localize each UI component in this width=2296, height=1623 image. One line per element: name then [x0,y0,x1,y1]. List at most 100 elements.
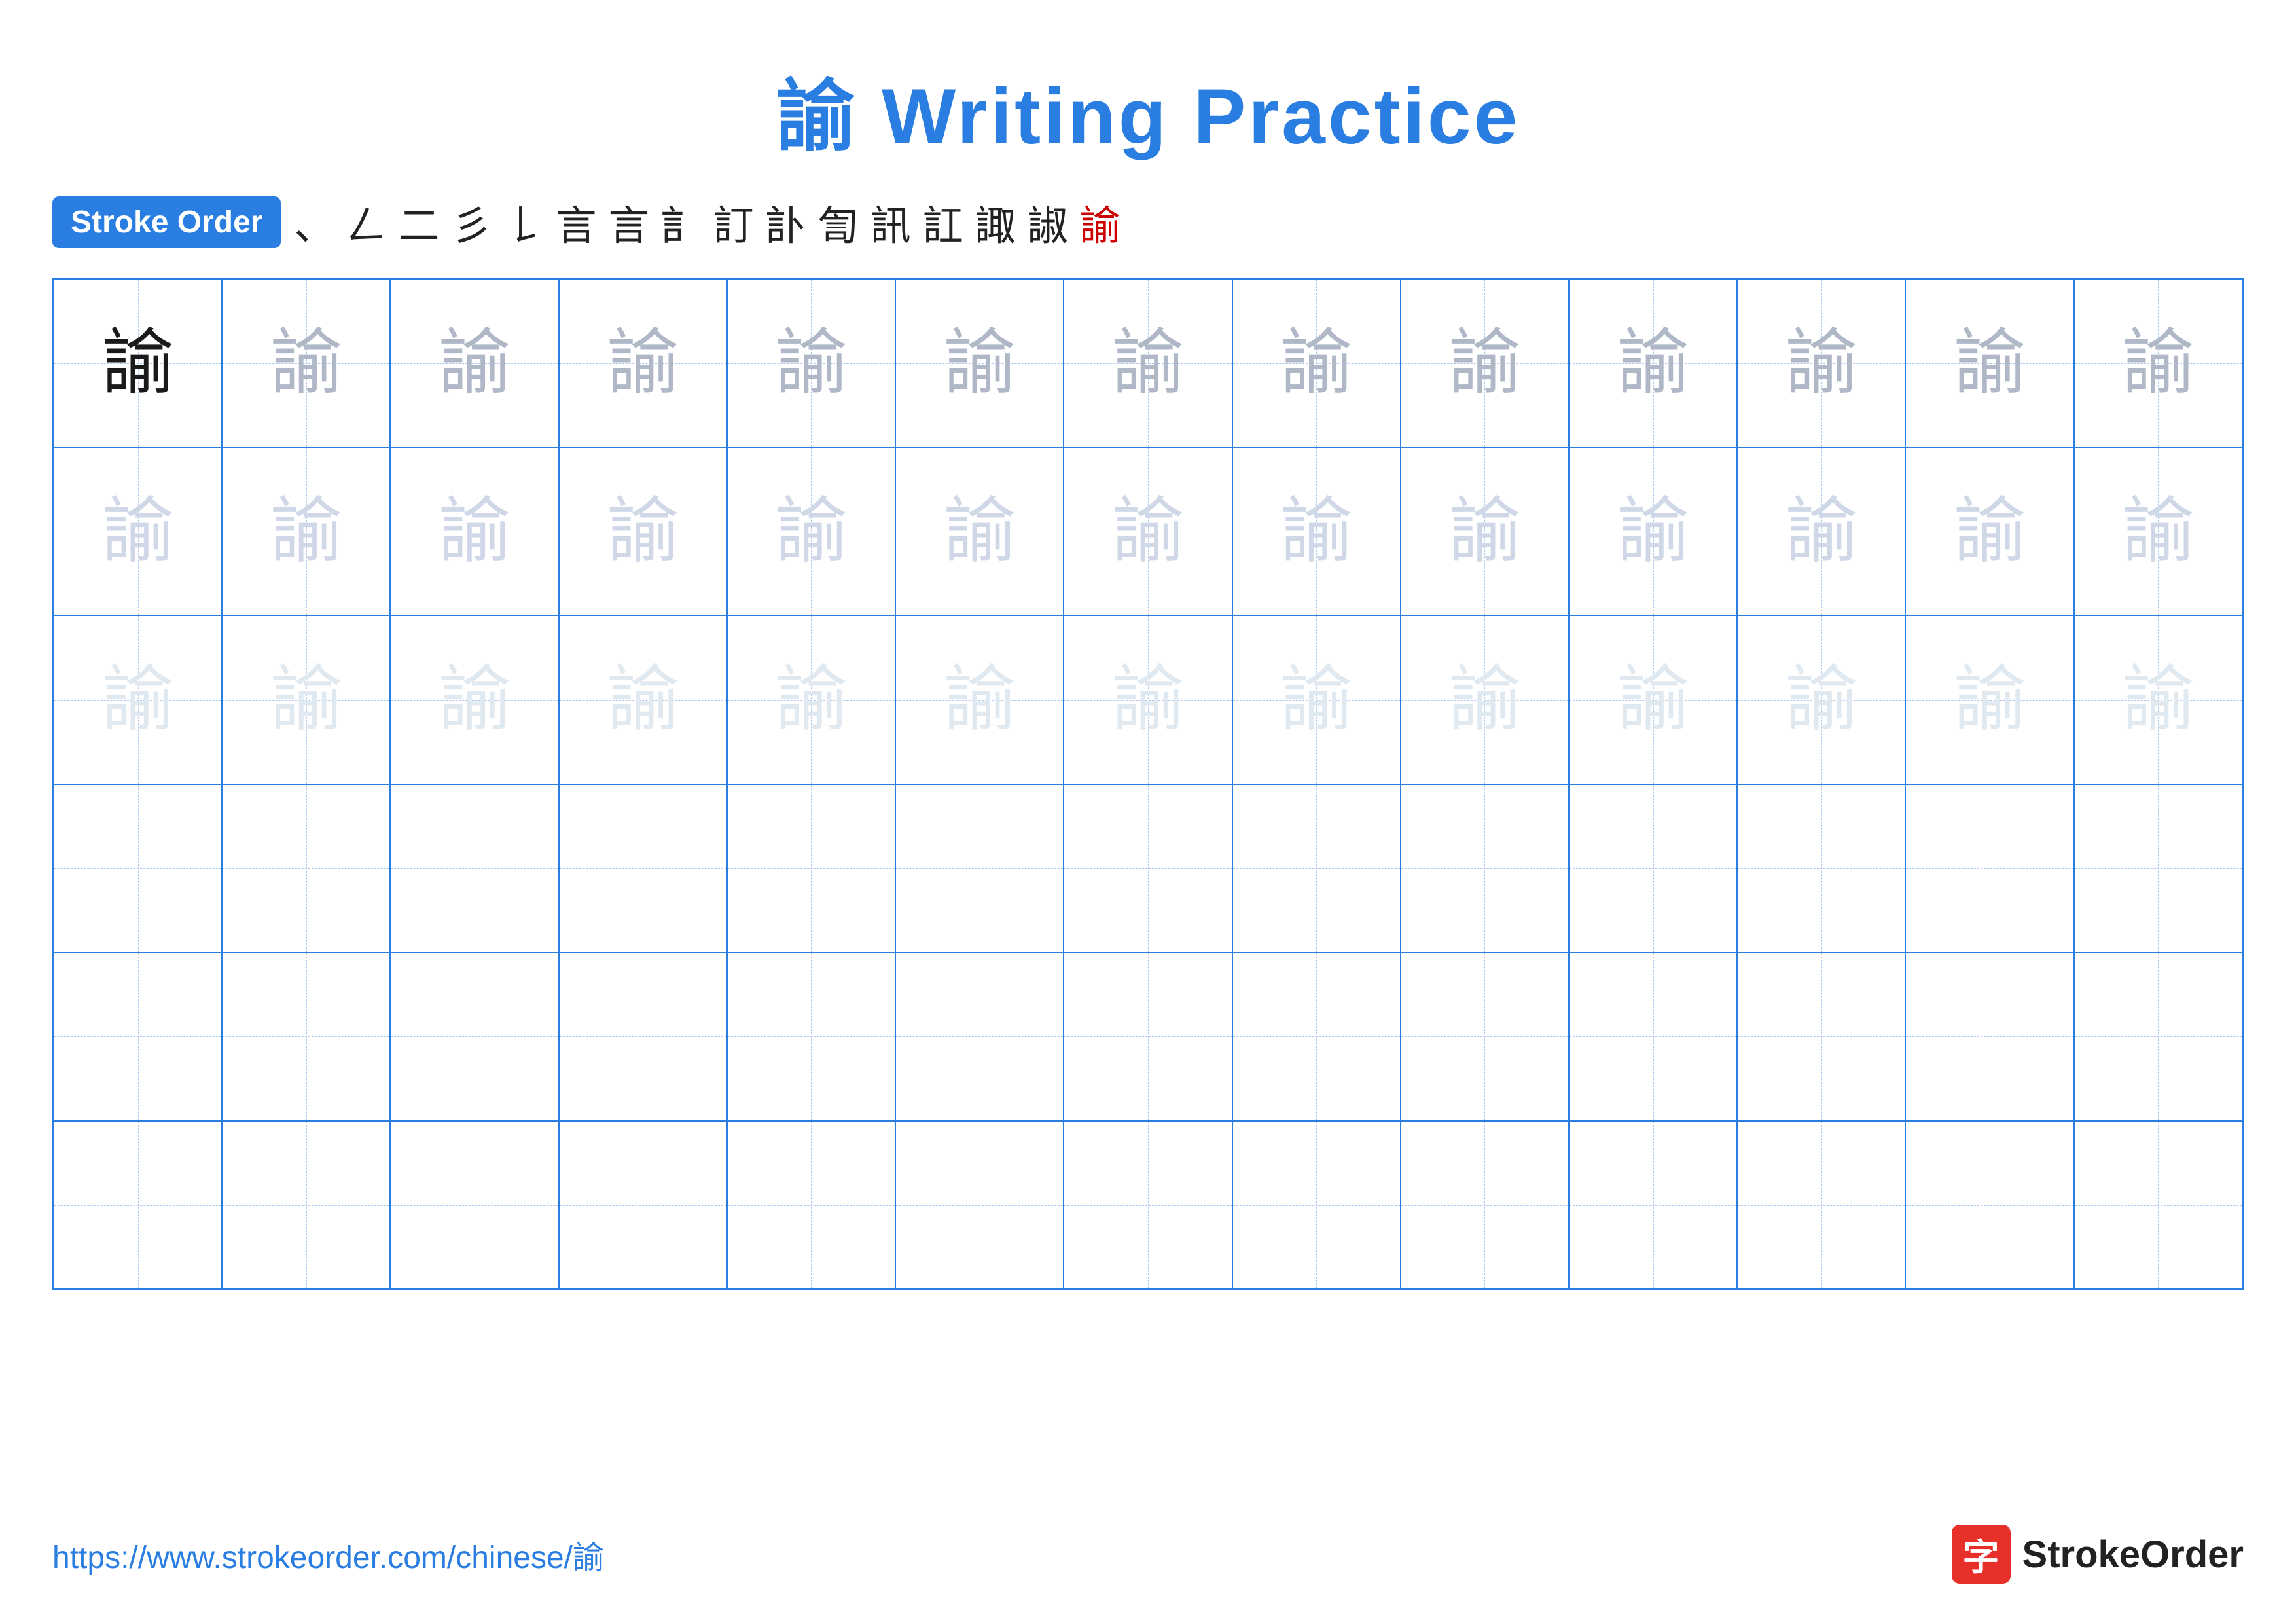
stroke-15: 諔 [1028,192,1068,251]
cell-5-4[interactable] [559,953,727,1121]
cell-3-10[interactable]: 諭 [1569,615,1737,784]
footer-url[interactable]: https://www.strokeorder.com/chinese/諭 [52,1531,604,1577]
cell-2-7[interactable]: 諭 [1064,447,1232,615]
cell-2-10[interactable]: 諭 [1569,447,1737,615]
cell-2-8[interactable]: 諭 [1232,447,1401,615]
cell-6-2[interactable] [222,1121,390,1289]
cell-2-9[interactable]: 諭 [1401,447,1569,615]
cell-1-2[interactable]: 諭 [222,279,390,447]
cell-3-4[interactable]: 諭 [559,615,727,784]
cell-3-9[interactable]: 諭 [1401,615,1569,784]
cell-3-6[interactable]: 諭 [895,615,1064,784]
char-faint: 諭 [775,664,847,736]
char-faint: 諭 [1448,496,1520,568]
cell-6-7[interactable] [1064,1121,1232,1289]
cell-3-3[interactable]: 諭 [390,615,558,784]
char-faint: 諭 [270,496,342,568]
cell-1-11[interactable]: 諭 [1737,279,1905,447]
footer-logo-text: StrokeOrder [2022,1533,2244,1577]
cell-4-6[interactable] [895,784,1064,953]
char-guide: 諭 [1112,327,1184,399]
cell-1-3[interactable]: 諭 [390,279,558,447]
cell-6-3[interactable] [390,1121,558,1289]
cell-6-13[interactable] [2074,1121,2242,1289]
stroke-6: 言 [556,192,597,251]
cell-6-6[interactable] [895,1121,1064,1289]
cell-4-13[interactable] [2074,784,2242,953]
char-guide: 諭 [270,327,342,399]
cell-3-11[interactable]: 諭 [1737,615,1905,784]
char-guide: 諭 [1785,327,1857,399]
cell-1-9[interactable]: 諭 [1401,279,1569,447]
cell-5-12[interactable] [1905,953,2073,1121]
cell-5-10[interactable] [1569,953,1737,1121]
cell-5-2[interactable] [222,953,390,1121]
cell-3-2[interactable]: 諭 [222,615,390,784]
cell-1-1[interactable]: 諭 [54,279,222,447]
cell-1-4[interactable]: 諭 [559,279,727,447]
cell-4-7[interactable] [1064,784,1232,953]
cell-1-12[interactable]: 諭 [1905,279,2073,447]
cell-1-7[interactable]: 諭 [1064,279,1232,447]
grid-row-2: 諭 諭 諭 諭 諭 諭 諭 諭 諭 諭 諭 諭 諭 [54,447,2242,615]
cell-5-8[interactable] [1232,953,1401,1121]
cell-6-12[interactable] [1905,1121,2073,1289]
char-faint: 諭 [270,664,342,736]
cell-5-11[interactable] [1737,953,1905,1121]
stroke-14: 諏 [975,192,1016,251]
stroke-11: 訇 [818,192,859,251]
cell-2-1[interactable]: 諭 [54,447,222,615]
cell-2-4[interactable]: 諭 [559,447,727,615]
cell-5-5[interactable] [727,953,895,1121]
cell-1-10[interactable]: 諭 [1569,279,1737,447]
cell-4-2[interactable] [222,784,390,953]
cell-6-4[interactable] [559,1121,727,1289]
cell-6-5[interactable] [727,1121,895,1289]
cell-1-8[interactable]: 諭 [1232,279,1401,447]
cell-3-1[interactable]: 諭 [54,615,222,784]
cell-4-1[interactable] [54,784,222,953]
cell-3-13[interactable]: 諭 [2074,615,2242,784]
cell-5-7[interactable] [1064,953,1232,1121]
char-faint: 諭 [1280,496,1352,568]
cell-2-5[interactable]: 諭 [727,447,895,615]
cell-2-11[interactable]: 諭 [1737,447,1905,615]
cell-5-3[interactable] [390,953,558,1121]
cell-1-5[interactable]: 諭 [727,279,895,447]
cell-2-6[interactable]: 諭 [895,447,1064,615]
cell-4-12[interactable] [1905,784,2073,953]
cell-3-5[interactable]: 諭 [727,615,895,784]
cell-1-13[interactable]: 諭 [2074,279,2242,447]
cell-4-8[interactable] [1232,784,1401,953]
cell-2-12[interactable]: 諭 [1905,447,2073,615]
cell-5-6[interactable] [895,953,1064,1121]
cell-6-11[interactable] [1737,1121,1905,1289]
cell-2-2[interactable]: 諭 [222,447,390,615]
cell-6-10[interactable] [1569,1121,1737,1289]
cell-4-5[interactable] [727,784,895,953]
cell-4-9[interactable] [1401,784,1569,953]
cell-6-8[interactable] [1232,1121,1401,1289]
footer: https://www.strokeorder.com/chinese/諭 字 … [52,1525,2244,1584]
cell-5-1[interactable] [54,953,222,1121]
cell-5-13[interactable] [2074,953,2242,1121]
cell-6-9[interactable] [1401,1121,1569,1289]
stroke-4: 彡 [451,192,492,251]
cell-3-7[interactable]: 諭 [1064,615,1232,784]
cell-4-10[interactable] [1569,784,1737,953]
stroke-7: 言 [609,192,649,251]
cell-2-13[interactable]: 諭 [2074,447,2242,615]
stroke-8: 訁 [661,192,702,251]
char-faint: 諭 [1954,664,2026,736]
cell-6-1[interactable] [54,1121,222,1289]
cell-4-11[interactable] [1737,784,1905,953]
cell-4-3[interactable] [390,784,558,953]
cell-3-12[interactable]: 諭 [1905,615,2073,784]
stroke-sequence: 、 𠃋 ⼆ 彡 𠄌 言 言 訁 訂 訃 訇 訊 訌 諏 諔 諭 [294,192,1120,251]
cell-1-6[interactable]: 諭 [895,279,1064,447]
cell-4-4[interactable] [559,784,727,953]
cell-5-9[interactable] [1401,953,1569,1121]
cell-3-8[interactable]: 諭 [1232,615,1401,784]
cell-2-3[interactable]: 諭 [390,447,558,615]
stroke-13: 訌 [923,192,963,251]
